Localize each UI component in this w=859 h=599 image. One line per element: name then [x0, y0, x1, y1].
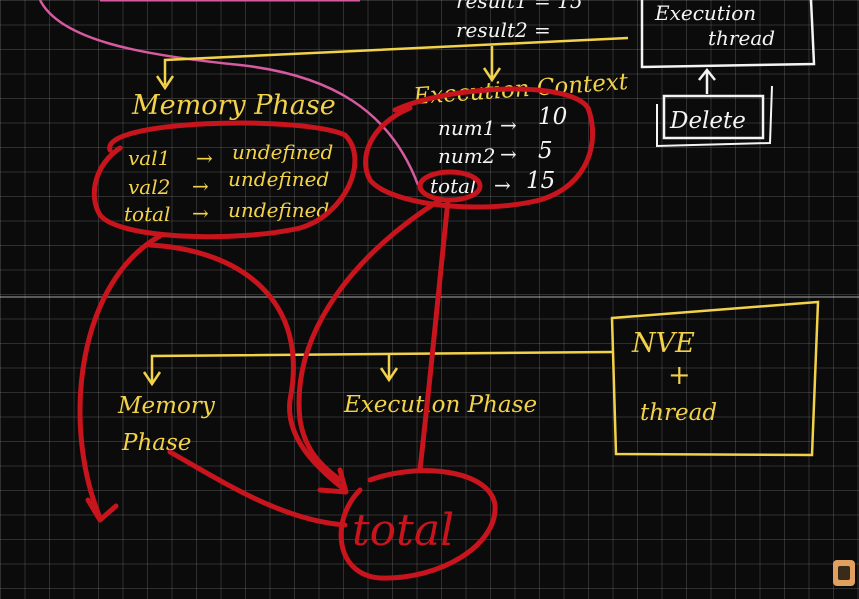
memory-row-value: undefined: [232, 140, 333, 164]
execution-thread-line2: thread: [708, 26, 775, 50]
result2-note: result2 =: [456, 18, 551, 42]
context-row-name: num2: [438, 144, 495, 168]
result1-note: result1 = 15: [456, 0, 583, 13]
lower-branch-connector: [142, 350, 613, 387]
memory-row-name: total: [124, 202, 170, 226]
context-row-arrow: →: [500, 142, 517, 166]
execution-phase-title: Execution Phase: [343, 392, 537, 418]
context-row-value: 5: [538, 138, 553, 164]
memory-row-arrow: →: [192, 201, 209, 225]
red-arrow-right: [417, 197, 451, 473]
bottom-total-label: total: [352, 505, 454, 556]
up-arrow-icon: [698, 67, 716, 94]
context-row-value: 15: [526, 168, 555, 194]
memory-phase-upper: Memory Phase val1 → undefined val2 → und…: [124, 90, 336, 226]
context-row-name: num1: [438, 116, 495, 140]
context-row-arrow: →: [494, 173, 511, 197]
memory-row-value: undefined: [228, 198, 329, 222]
nve-thread-box: NVE + thread: [610, 300, 820, 457]
delete-label: Delete: [669, 108, 746, 134]
channel-logo-icon: [833, 560, 855, 586]
delete-box: Delete: [656, 85, 773, 148]
nve-plus: +: [668, 360, 691, 391]
memory-phase-lower-line1: Memory: [117, 393, 216, 419]
memory-phase-lower: Memory Phase: [117, 393, 216, 456]
nve-label: NVE: [631, 328, 695, 359]
nve-box-border: [610, 300, 820, 457]
execution-thread-box: Execution thread: [640, 0, 816, 69]
context-row-value: 10: [538, 104, 567, 130]
memory-row-arrow: →: [192, 174, 209, 198]
top-result-notes: result1 = 15 result2 =: [456, 0, 583, 42]
memory-row-name: val2: [128, 175, 170, 199]
memory-row-name: val1: [128, 146, 170, 170]
memory-row-value: undefined: [228, 167, 329, 191]
execution-thread-line1: Execution: [654, 1, 756, 25]
memory-row-arrow: →: [196, 146, 213, 170]
nve-thread: thread: [640, 400, 717, 426]
whiteboard-canvas: result1 = 15 result2 = Execution thread …: [0, 0, 859, 586]
context-row-arrow: →: [500, 113, 517, 137]
memory-phase-title: Memory Phase: [131, 90, 336, 121]
memory-phase-lower-line2: Phase: [121, 430, 191, 456]
